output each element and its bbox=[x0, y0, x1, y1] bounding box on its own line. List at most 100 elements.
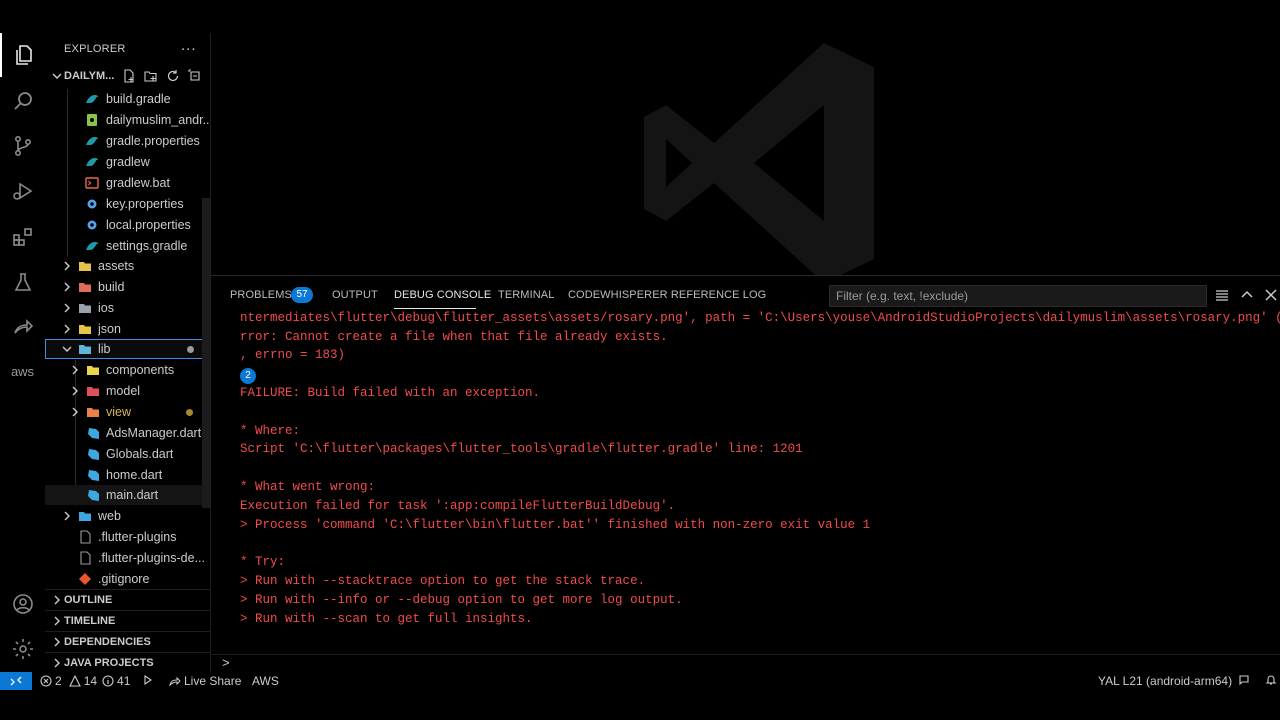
section-dependencies[interactable]: DEPENDENCIES bbox=[45, 631, 210, 651]
folder-icon bbox=[87, 366, 99, 375]
console-line: , errno = 183) bbox=[240, 348, 346, 362]
notifications-bell-icon[interactable] bbox=[1265, 674, 1277, 686]
editor-area bbox=[211, 33, 1280, 275]
file-globals-dart[interactable]: Globals.dart bbox=[45, 444, 209, 464]
aws-icon[interactable]: aws bbox=[0, 349, 45, 393]
chevron-right-icon bbox=[54, 616, 60, 626]
feedback-icon[interactable] bbox=[1238, 674, 1250, 686]
modified-dot bbox=[186, 409, 193, 416]
section-outline[interactable]: OUTLINE bbox=[45, 589, 210, 609]
chevron-right-icon bbox=[64, 282, 70, 292]
remote-indicator[interactable] bbox=[0, 672, 32, 690]
file-main-dart[interactable]: main.dart bbox=[45, 485, 209, 505]
folder-components[interactable]: components bbox=[45, 360, 209, 380]
console-filter[interactable] bbox=[829, 285, 1207, 307]
extensions-icon[interactable] bbox=[0, 215, 45, 259]
tab-problems[interactable]: PROBLEMS bbox=[230, 289, 292, 301]
file-gradlew-bat[interactable]: gradlew.bat bbox=[45, 173, 209, 193]
active-tab-indicator bbox=[394, 308, 476, 309]
file-gitignore[interactable]: .gitignore bbox=[45, 569, 209, 589]
file-flutter-plugins[interactable]: .flutter-plugins bbox=[45, 527, 209, 547]
live-share-status[interactable]: Live Share bbox=[169, 674, 241, 688]
tab-debug-console[interactable]: DEBUG CONSOLE bbox=[394, 289, 491, 301]
project-name: DAILYM... bbox=[64, 70, 115, 82]
new-file-icon[interactable] bbox=[122, 69, 136, 83]
gradle-icon bbox=[86, 158, 98, 166]
chevron-right-icon bbox=[54, 658, 60, 668]
android-file-icon bbox=[87, 114, 97, 126]
maximize-panel-icon[interactable] bbox=[1240, 288, 1254, 302]
file-build-gradle[interactable]: build.gradle bbox=[45, 89, 209, 109]
tab-terminal[interactable]: TERMINAL bbox=[498, 289, 554, 301]
folder-view[interactable]: view bbox=[45, 402, 209, 422]
file-flutter-plugins-dependencies[interactable]: .flutter-plugins-de... bbox=[45, 548, 209, 568]
folder-icon bbox=[87, 408, 99, 417]
chevron-right-icon bbox=[72, 386, 78, 396]
panel-tabs: PROBLEMS 57 OUTPUT DEBUG CONSOLE TERMINA… bbox=[211, 276, 1280, 314]
file-gradle-properties[interactable]: gradle.properties bbox=[45, 131, 209, 151]
dart-icon bbox=[88, 428, 99, 439]
remote-icon bbox=[10, 676, 22, 686]
gear-icon bbox=[87, 220, 97, 230]
close-panel-icon[interactable] bbox=[1264, 288, 1278, 302]
warning-count: 14 bbox=[83, 674, 98, 688]
folder-json[interactable]: json bbox=[45, 319, 209, 339]
explorer-sidebar: EXPLORER ... DAILYM... build.gradle dail… bbox=[45, 33, 211, 672]
project-header[interactable]: DAILYM... bbox=[45, 67, 210, 87]
file-local-properties[interactable]: local.properties bbox=[45, 215, 209, 235]
tab-codewhisperer-reference-log[interactable]: CODEWHISPERER REFERENCE LOG bbox=[568, 289, 766, 301]
folder-ios[interactable]: ios bbox=[45, 298, 209, 318]
console-input-row[interactable]: > bbox=[211, 654, 1280, 673]
file-icon bbox=[80, 551, 91, 565]
search-icon[interactable] bbox=[0, 79, 45, 123]
tab-output[interactable]: OUTPUT bbox=[332, 289, 378, 301]
refresh-icon[interactable] bbox=[166, 69, 180, 83]
chevron-right-icon bbox=[72, 365, 78, 375]
console-line: Execution failed for task ':app:compileF… bbox=[240, 499, 676, 513]
file-dailymuslim-android[interactable]: dailymuslim_andr... bbox=[45, 110, 209, 130]
live-share-icon[interactable] bbox=[0, 305, 45, 349]
clear-console-icon[interactable] bbox=[1215, 288, 1229, 302]
debug-icon bbox=[144, 674, 152, 686]
file-icon bbox=[80, 530, 91, 544]
run-debug-icon[interactable] bbox=[0, 169, 45, 213]
account-icon[interactable] bbox=[0, 582, 45, 626]
file-settings-gradle[interactable]: settings.gradle bbox=[45, 236, 209, 256]
more-actions-icon[interactable]: ... bbox=[181, 37, 197, 54]
problems-status[interactable]: 2 14 41 bbox=[40, 674, 130, 688]
folder-icon bbox=[87, 387, 99, 396]
folder-assets[interactable]: assets bbox=[45, 256, 209, 276]
folder-icon bbox=[79, 304, 91, 313]
section-timeline[interactable]: TIMELINE bbox=[45, 610, 210, 630]
section-java-projects[interactable]: JAVA PROJECTS bbox=[45, 652, 210, 672]
file-gradlew[interactable]: gradlew bbox=[45, 152, 209, 172]
debug-status-icon[interactable] bbox=[141, 674, 153, 686]
bottom-panel: PROBLEMS 57 OUTPUT DEBUG CONSOLE TERMINA… bbox=[211, 275, 1280, 672]
new-folder-icon[interactable] bbox=[144, 69, 158, 83]
aws-status[interactable]: AWS bbox=[252, 674, 279, 688]
explorer-icon[interactable] bbox=[0, 33, 45, 77]
chevron-right-icon bbox=[64, 511, 70, 521]
live-share-icon bbox=[169, 676, 181, 687]
collapse-all-icon[interactable] bbox=[188, 69, 202, 83]
folder-build[interactable]: build bbox=[45, 277, 209, 297]
status-bar: 2 14 41 Live Share AWS YAL L21 (android-… bbox=[0, 672, 1280, 690]
chevron-right-icon bbox=[54, 637, 60, 647]
testing-icon[interactable] bbox=[0, 261, 45, 305]
folder-web[interactable]: web bbox=[45, 506, 209, 526]
chevron-right-icon bbox=[64, 261, 70, 271]
folder-model[interactable]: model bbox=[45, 381, 209, 401]
device-status[interactable]: YAL L21 (android-arm64) bbox=[1098, 674, 1232, 688]
chevron-right-icon bbox=[64, 303, 70, 313]
file-adsmanager-dart[interactable]: AdsManager.dart bbox=[45, 423, 209, 443]
folder-lib[interactable]: lib bbox=[45, 339, 209, 359]
folder-icon bbox=[79, 325, 91, 334]
manage-gear-icon[interactable] bbox=[0, 627, 45, 671]
file-key-properties[interactable]: key.properties bbox=[45, 194, 209, 214]
source-control-icon[interactable] bbox=[0, 124, 45, 168]
sidebar-scrollbar[interactable] bbox=[202, 198, 210, 508]
file-home-dart[interactable]: home.dart bbox=[45, 465, 209, 485]
warning-icon bbox=[68, 675, 81, 687]
filter-input[interactable] bbox=[830, 286, 1206, 306]
folder-open-icon bbox=[79, 345, 91, 354]
